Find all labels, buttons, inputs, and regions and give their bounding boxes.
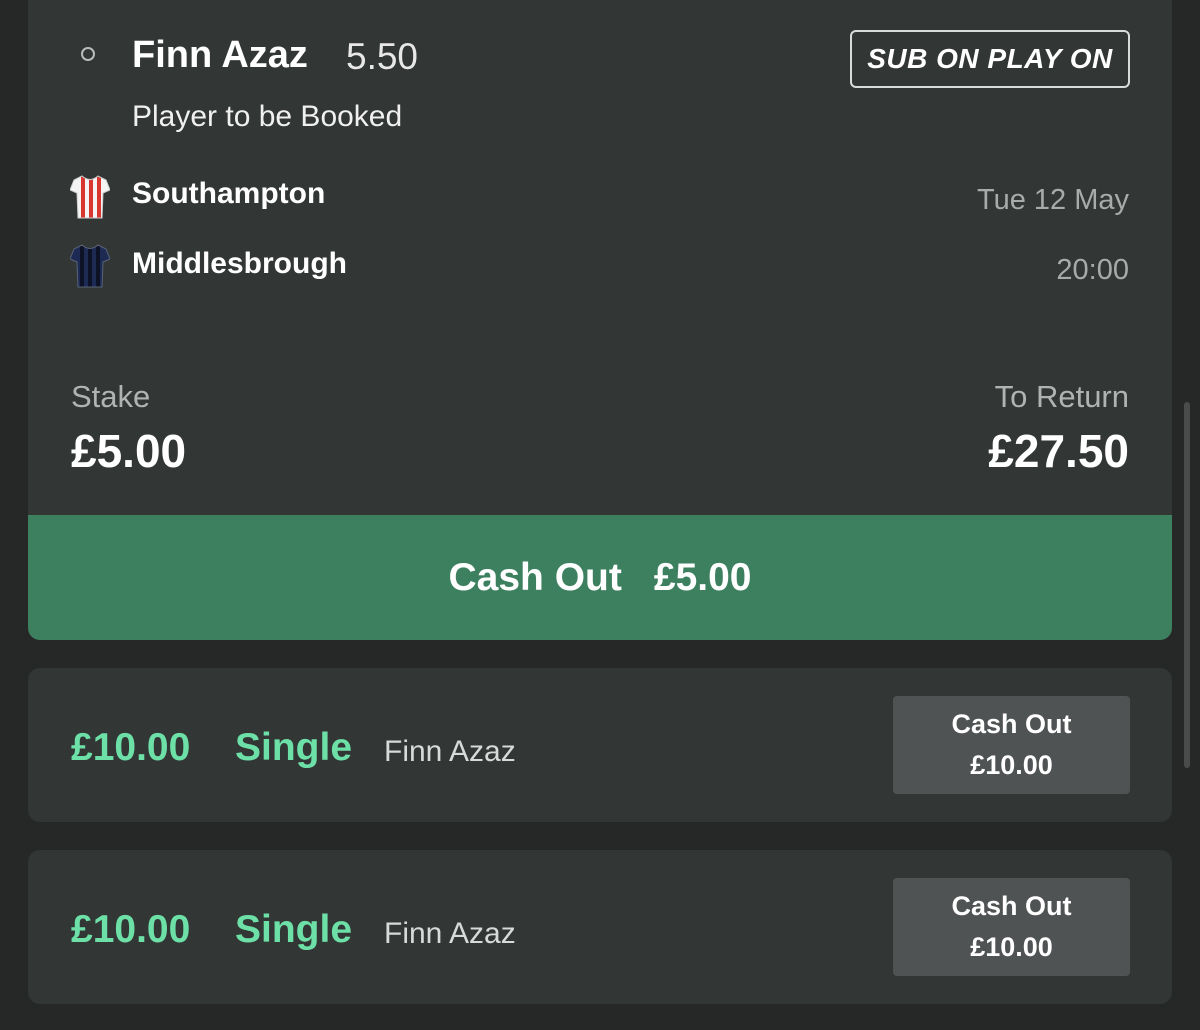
navy-striped-shirt-icon: [70, 244, 110, 288]
single-cash-out-button[interactable]: Cash Out £10.00: [893, 878, 1130, 976]
single-bet-amount: £10.00: [71, 726, 191, 769]
single-cash-out-button[interactable]: Cash Out £10.00: [893, 696, 1130, 794]
single-cash-out-label: Cash Out: [951, 891, 1072, 921]
event-time: 20:00: [1056, 254, 1129, 286]
away-team-name: Middlesbrough: [132, 247, 347, 280]
red-white-striped-shirt-icon: [70, 175, 110, 219]
single-bet-card: £10.00 Single Finn Azaz Cash Out £10.00: [28, 850, 1172, 1004]
single-bet-type: Single: [235, 726, 353, 769]
return-value: £27.50: [988, 425, 1129, 477]
bet-card: Finn Azaz 5.50 SUB ON PLAY ON Player to …: [28, 0, 1172, 640]
selection-name: Finn Azaz: [132, 34, 308, 76]
scrollbar[interactable]: [1184, 402, 1190, 768]
cash-out-value: £5.00: [653, 555, 752, 599]
single-bet-selection: Finn Azaz: [384, 735, 516, 768]
stake-label: Stake: [71, 379, 151, 414]
single-bet-type: Single: [235, 908, 353, 951]
cash-out-button[interactable]: Cash Out £5.00: [28, 515, 1172, 640]
selection-odds: 5.50: [346, 36, 419, 77]
cash-out-label: Cash Out: [448, 555, 622, 599]
single-bet-selection: Finn Azaz: [384, 917, 516, 950]
stake-value: £5.00: [71, 425, 187, 477]
radio-unselected-icon: [81, 47, 95, 61]
single-bet-card: £10.00 Single Finn Azaz Cash Out £10.00: [28, 668, 1172, 822]
home-team-name: Southampton: [132, 177, 326, 210]
event-date: Tue 12 May: [976, 184, 1129, 216]
single-bet-amount: £10.00: [71, 908, 191, 951]
return-label: To Return: [994, 379, 1129, 414]
single-cash-out-value: £10.00: [970, 750, 1053, 780]
market-name: Player to be Booked: [132, 100, 403, 133]
sub-on-play-on-badge: SUB ON PLAY ON: [850, 30, 1130, 88]
single-cash-out-value: £10.00: [970, 932, 1053, 962]
single-cash-out-label: Cash Out: [951, 709, 1072, 739]
